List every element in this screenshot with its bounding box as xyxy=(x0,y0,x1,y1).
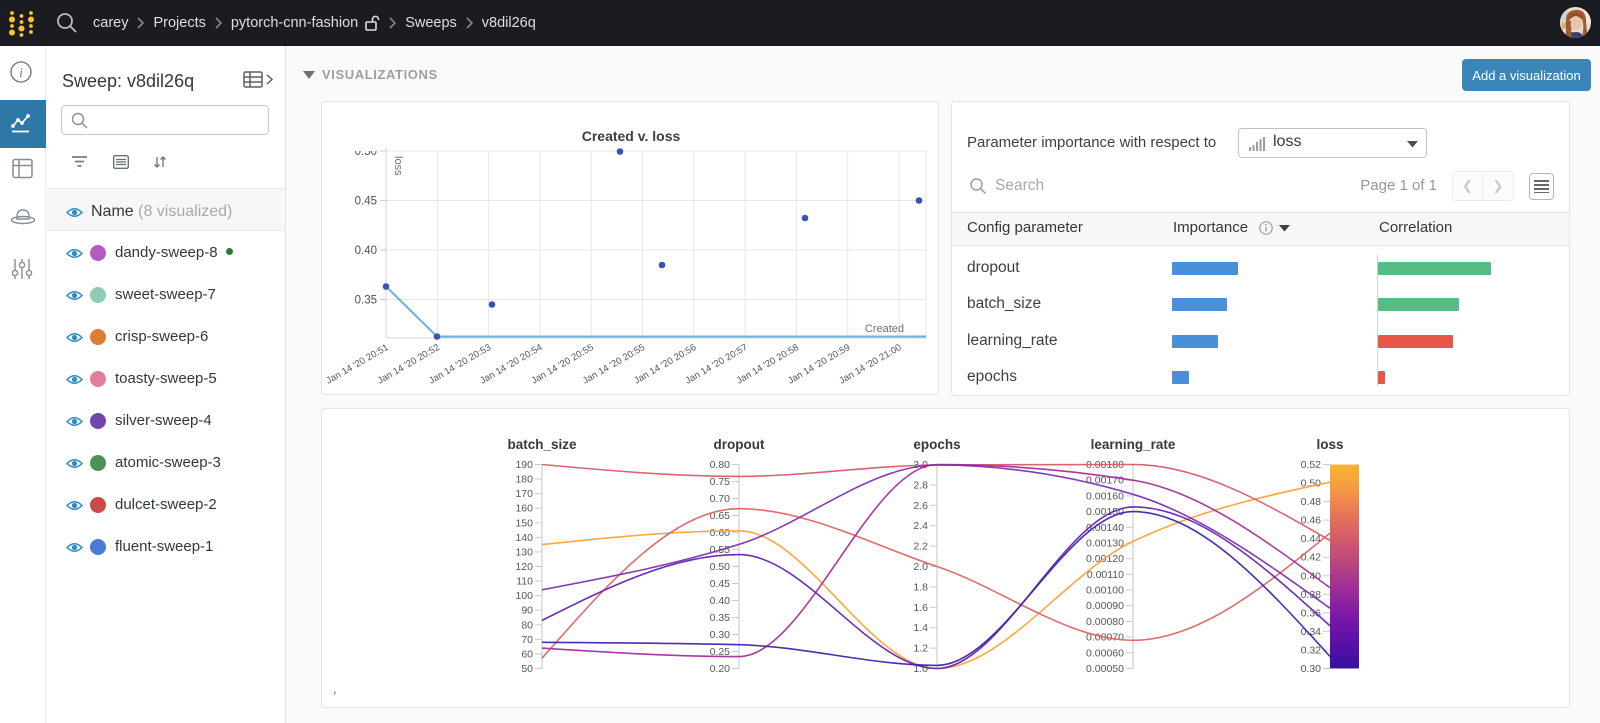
svg-text:0.30: 0.30 xyxy=(710,629,731,641)
svg-text:80: 80 xyxy=(521,619,533,631)
svg-text:1.2: 1.2 xyxy=(913,643,928,655)
svg-text:0.35: 0.35 xyxy=(710,612,731,624)
svg-text:0.48: 0.48 xyxy=(1301,496,1322,508)
svg-text:0.00160: 0.00160 xyxy=(1086,490,1124,502)
svg-text:0.00100: 0.00100 xyxy=(1086,585,1124,597)
svg-text:190: 190 xyxy=(515,459,533,471)
svg-text:0.00090: 0.00090 xyxy=(1086,600,1124,612)
svg-text:0.40: 0.40 xyxy=(1301,570,1322,582)
svg-text:0.35: 0.35 xyxy=(355,295,377,307)
svg-text:50: 50 xyxy=(521,663,533,675)
svg-text:0.00080: 0.00080 xyxy=(1086,616,1124,628)
svg-text:0.45: 0.45 xyxy=(710,578,731,590)
svg-text:0.52: 0.52 xyxy=(1301,459,1322,471)
svg-text:130: 130 xyxy=(515,546,533,558)
svg-text:loss: loss xyxy=(1316,437,1343,452)
svg-text:0.30: 0.30 xyxy=(1301,663,1322,675)
svg-text:90: 90 xyxy=(521,605,533,617)
svg-text:2.6: 2.6 xyxy=(913,500,928,512)
svg-text:epochs: epochs xyxy=(913,437,960,452)
svg-text:0.60: 0.60 xyxy=(710,527,731,539)
svg-text:i: i xyxy=(19,65,23,80)
svg-text:batch_size: batch_size xyxy=(507,437,577,452)
svg-text:0.65: 0.65 xyxy=(710,510,731,522)
svg-text:0.00130: 0.00130 xyxy=(1086,538,1124,550)
svg-text:0.40: 0.40 xyxy=(355,245,377,257)
svg-text:0.00060: 0.00060 xyxy=(1086,647,1124,659)
svg-text:0.70: 0.70 xyxy=(710,493,731,505)
svg-text:180: 180 xyxy=(515,474,533,486)
svg-text:1.4: 1.4 xyxy=(913,622,928,634)
svg-text:160: 160 xyxy=(515,503,533,515)
svg-text:learning_rate: learning_rate xyxy=(1091,437,1176,452)
svg-text:0.45: 0.45 xyxy=(355,196,377,208)
svg-text:0.00110: 0.00110 xyxy=(1087,569,1124,581)
svg-text:150: 150 xyxy=(515,517,533,529)
svg-text:0.80: 0.80 xyxy=(710,459,731,471)
svg-text:1.8: 1.8 xyxy=(913,581,928,593)
svg-text:0.40: 0.40 xyxy=(710,595,731,607)
svg-text:2.4: 2.4 xyxy=(913,520,928,532)
svg-text:140: 140 xyxy=(515,532,533,544)
svg-text:0.00050: 0.00050 xyxy=(1086,663,1124,675)
svg-text:0.20: 0.20 xyxy=(710,663,731,675)
svg-text:dropout: dropout xyxy=(714,437,765,452)
svg-text:2.8: 2.8 xyxy=(913,479,928,491)
svg-text:100: 100 xyxy=(515,590,533,602)
svg-text:120: 120 xyxy=(515,561,533,573)
svg-text:0.00120: 0.00120 xyxy=(1086,553,1124,565)
svg-text:1.6: 1.6 xyxy=(913,602,928,614)
svg-text:0.00140: 0.00140 xyxy=(1086,522,1124,534)
svg-text:0.50: 0.50 xyxy=(710,561,731,573)
svg-text:170: 170 xyxy=(515,488,533,500)
svg-text:60: 60 xyxy=(521,648,533,660)
svg-text:0.50: 0.50 xyxy=(355,146,377,158)
svg-text:loss: loss xyxy=(392,156,404,176)
svg-text:0.32: 0.32 xyxy=(1301,645,1322,657)
svg-text:70: 70 xyxy=(521,634,533,646)
svg-text:Created: Created xyxy=(865,323,904,335)
svg-text:2.2: 2.2 xyxy=(913,541,928,553)
svg-text:110: 110 xyxy=(516,576,533,588)
svg-text:0.75: 0.75 xyxy=(710,476,731,488)
